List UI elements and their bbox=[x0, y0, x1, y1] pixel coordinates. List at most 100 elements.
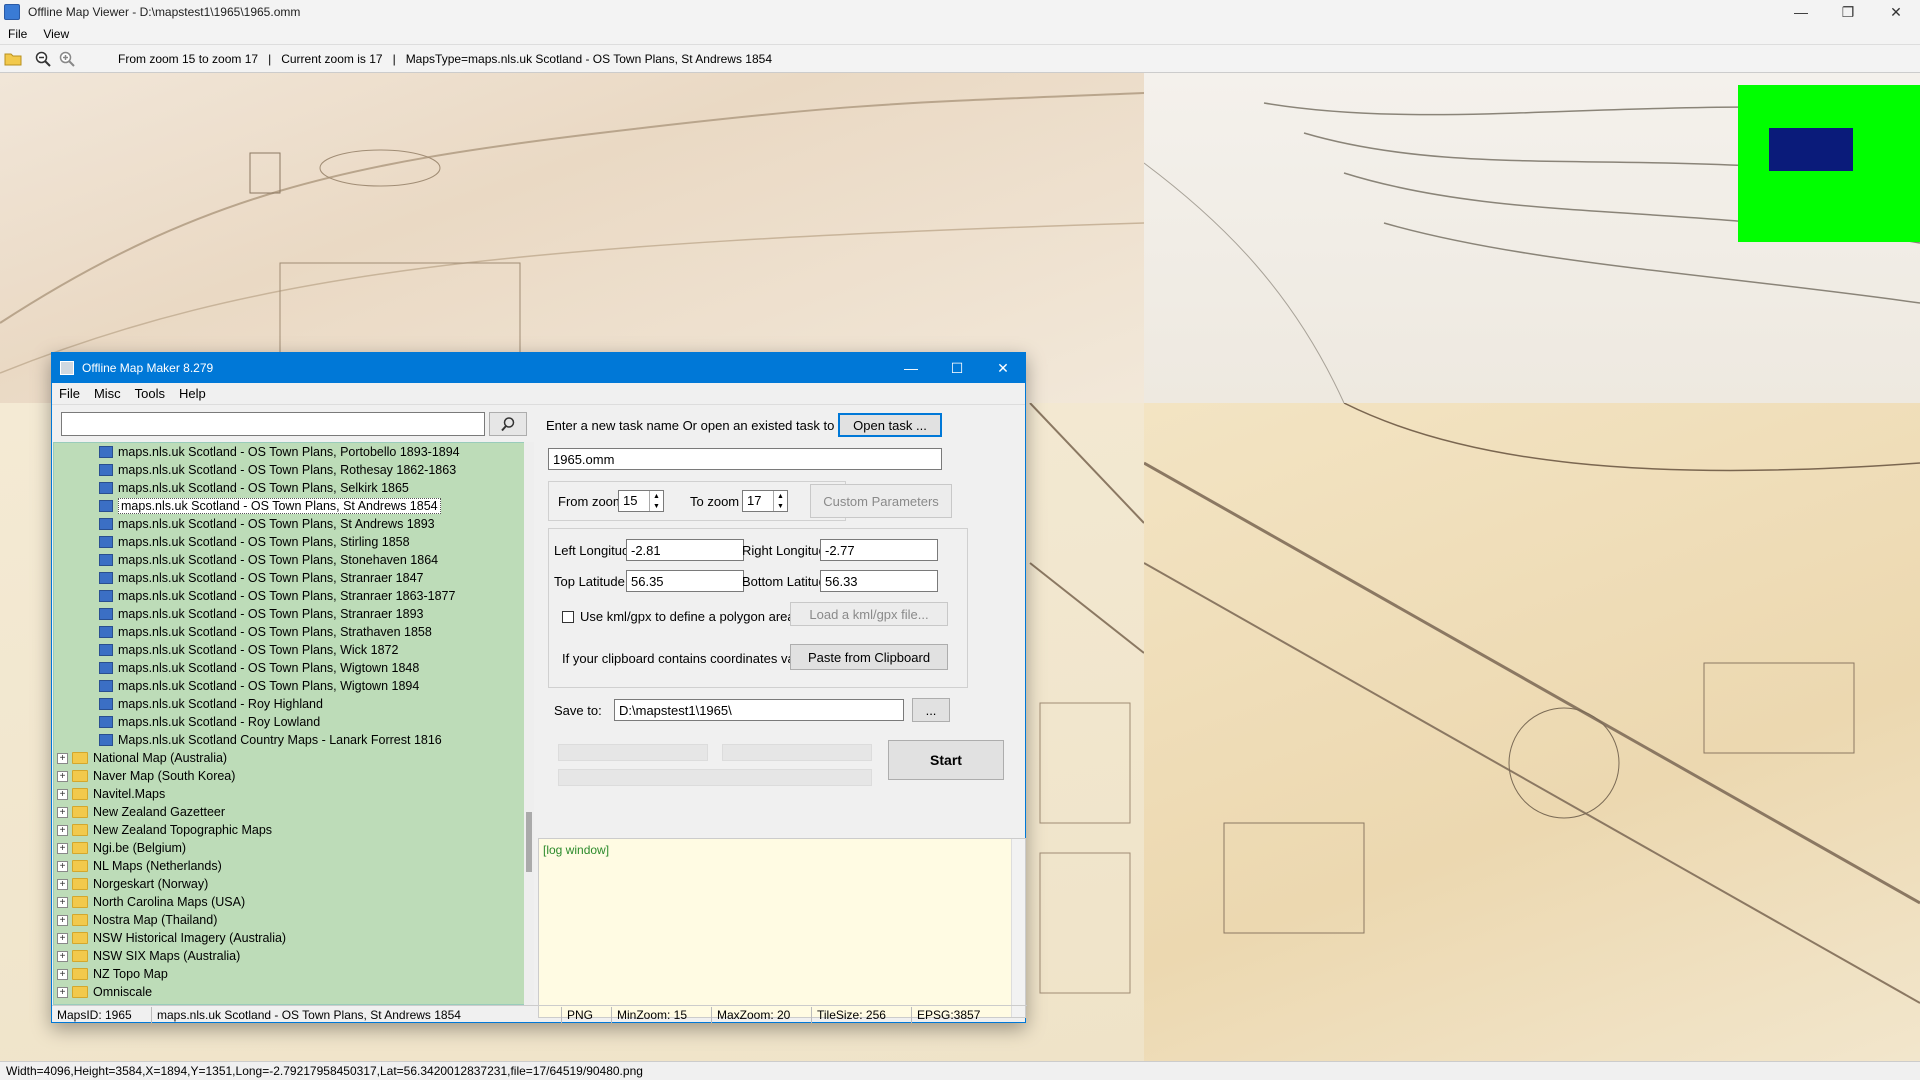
tree-folder[interactable]: + NZ Topo Map bbox=[54, 965, 526, 983]
tree-map-item[interactable]: maps.nls.uk Scotland - OS Town Plans, St… bbox=[54, 623, 526, 641]
dialog-menu-file[interactable]: File bbox=[52, 386, 87, 401]
folder-icon bbox=[72, 806, 88, 818]
tree-folder[interactable]: + Naver Map (South Korea) bbox=[54, 767, 526, 785]
tree-map-item[interactable]: Maps.nls.uk Scotland Country Maps - Lana… bbox=[54, 731, 526, 749]
load-kml-button[interactable]: Load a kml/gpx file... bbox=[790, 602, 948, 626]
tree-map-item[interactable]: maps.nls.uk Scotland - OS Town Plans, St… bbox=[54, 605, 526, 623]
tree-map-item[interactable]: maps.nls.uk Scotland - OS Town Plans, Wi… bbox=[54, 659, 526, 677]
scrollbar-thumb[interactable] bbox=[526, 812, 532, 872]
tree-folder[interactable]: + Nostra Map (Thailand) bbox=[54, 911, 526, 929]
dialog-menu-misc[interactable]: Misc bbox=[87, 386, 128, 401]
tree-map-item[interactable]: maps.nls.uk Scotland - OS Town Plans, Po… bbox=[54, 443, 526, 461]
down-arrow-icon[interactable]: ▼ bbox=[653, 503, 660, 510]
save-path-input[interactable] bbox=[614, 699, 904, 721]
search-button[interactable] bbox=[489, 412, 527, 436]
left-longitude-input[interactable] bbox=[626, 539, 744, 561]
log-scrollbar[interactable] bbox=[1011, 839, 1025, 1017]
expand-icon[interactable]: + bbox=[57, 770, 68, 782]
tree-folder[interactable]: + North Carolina Maps (USA) bbox=[54, 893, 526, 911]
tree-folder[interactable]: + NSW SIX Maps (Australia) bbox=[54, 947, 526, 965]
expand-icon[interactable]: + bbox=[57, 824, 68, 836]
dialog-menu-tools[interactable]: Tools bbox=[128, 386, 172, 401]
dialog-minimize-button[interactable]: — bbox=[888, 353, 934, 383]
expand-icon[interactable]: + bbox=[57, 968, 68, 980]
expand-icon[interactable]: + bbox=[57, 950, 68, 962]
zoom-in-icon[interactable] bbox=[56, 48, 78, 70]
expand-icon[interactable]: + bbox=[57, 860, 68, 872]
expand-icon[interactable]: + bbox=[57, 878, 68, 890]
custom-parameters-button[interactable]: Custom Parameters bbox=[810, 484, 952, 518]
tree-item-label: NL Maps (Netherlands) bbox=[93, 859, 222, 873]
bottom-latitude-input[interactable] bbox=[820, 570, 938, 592]
maps-search-input[interactable] bbox=[61, 412, 485, 436]
overview-viewport-box[interactable] bbox=[1769, 128, 1853, 171]
expand-icon[interactable]: + bbox=[57, 914, 68, 926]
folder-icon bbox=[72, 986, 88, 998]
tree-map-item[interactable]: maps.nls.uk Scotland - OS Town Plans, St… bbox=[54, 569, 526, 587]
right-longitude-input[interactable] bbox=[820, 539, 938, 561]
to-zoom-spinner[interactable]: 17 ▲ ▼ bbox=[742, 490, 788, 512]
tree-folder[interactable]: + National Map (Australia) bbox=[54, 749, 526, 767]
expand-icon[interactable]: + bbox=[57, 788, 68, 800]
tree-item-label: maps.nls.uk Scotland - OS Town Plans, Ro… bbox=[118, 463, 457, 477]
max-zoom-status: MaxZoom: 20 bbox=[712, 1006, 812, 1023]
open-folder-icon[interactable] bbox=[2, 48, 24, 70]
tree-scrollbar[interactable] bbox=[524, 442, 534, 1005]
overview-minimap[interactable] bbox=[1738, 85, 1920, 242]
maps-tree[interactable]: maps.nls.uk Scotland - OS Town Plans, Po… bbox=[53, 442, 527, 1005]
expand-icon[interactable]: + bbox=[57, 896, 68, 908]
menu-file[interactable]: File bbox=[0, 27, 35, 41]
dialog-maximize-button[interactable]: ☐ bbox=[934, 353, 980, 383]
tree-folder[interactable]: + NL Maps (Netherlands) bbox=[54, 857, 526, 875]
tree-folder[interactable]: + Navitel.Maps bbox=[54, 785, 526, 803]
task-name-input[interactable] bbox=[548, 448, 942, 470]
dialog-close-button[interactable]: ✕ bbox=[980, 353, 1026, 383]
dialog-menu-help[interactable]: Help bbox=[172, 386, 213, 401]
expand-icon[interactable]: + bbox=[57, 932, 68, 944]
open-task-button[interactable]: Open task ... bbox=[838, 413, 942, 437]
minimize-button[interactable]: — bbox=[1778, 0, 1824, 24]
start-button[interactable]: Start bbox=[888, 740, 1004, 780]
folder-icon bbox=[72, 968, 88, 980]
tree-map-item[interactable]: maps.nls.uk Scotland - OS Town Plans, Se… bbox=[54, 479, 526, 497]
expand-icon[interactable]: + bbox=[57, 986, 68, 998]
tree-map-item[interactable]: maps.nls.uk Scotland - Roy Lowland bbox=[54, 713, 526, 731]
top-latitude-input[interactable] bbox=[626, 570, 744, 592]
close-button[interactable]: ✕ bbox=[1873, 0, 1919, 24]
toolbar-info: From zoom 15 to zoom 17 | Current zoom i… bbox=[118, 52, 772, 66]
tree-folder[interactable]: + NSW Historical Imagery (Australia) bbox=[54, 929, 526, 947]
tree-map-item[interactable]: maps.nls.uk Scotland - OS Town Plans, Ro… bbox=[54, 461, 526, 479]
up-arrow-icon[interactable]: ▲ bbox=[777, 493, 784, 500]
tree-map-item[interactable]: maps.nls.uk Scotland - OS Town Plans, St… bbox=[54, 497, 526, 515]
menu-view[interactable]: View bbox=[35, 27, 77, 41]
from-zoom-spinner[interactable]: 15 ▲ ▼ bbox=[618, 490, 664, 512]
tree-folder[interactable]: + Omniscale bbox=[54, 983, 526, 1001]
browse-button[interactable]: ... bbox=[912, 698, 950, 722]
kml-polygon-checkbox[interactable] bbox=[562, 611, 574, 623]
expand-icon[interactable]: + bbox=[57, 806, 68, 818]
expand-icon[interactable]: + bbox=[57, 752, 68, 764]
folder-icon bbox=[72, 914, 88, 926]
tree-item-label: maps.nls.uk Scotland - OS Town Plans, St… bbox=[118, 625, 432, 639]
folder-icon bbox=[72, 950, 88, 962]
paste-clipboard-button[interactable]: Paste from Clipboard bbox=[790, 644, 948, 670]
down-arrow-icon[interactable]: ▼ bbox=[777, 503, 784, 510]
zoom-out-icon[interactable] bbox=[32, 48, 54, 70]
tree-map-item[interactable]: maps.nls.uk Scotland - OS Town Plans, St… bbox=[54, 533, 526, 551]
tree-map-item[interactable]: maps.nls.uk Scotland - OS Town Plans, Wi… bbox=[54, 677, 526, 695]
tree-map-item[interactable]: maps.nls.uk Scotland - OS Town Plans, St… bbox=[54, 515, 526, 533]
tree-folder[interactable]: + New Zealand Gazetteer bbox=[54, 803, 526, 821]
tree-map-item[interactable]: maps.nls.uk Scotland - OS Town Plans, St… bbox=[54, 551, 526, 569]
tree-folder[interactable]: + Norgeskart (Norway) bbox=[54, 875, 526, 893]
log-window[interactable]: [log window] bbox=[538, 838, 1026, 1018]
tree-folder[interactable]: + Ngi.be (Belgium) bbox=[54, 839, 526, 857]
tree-map-item[interactable]: maps.nls.uk Scotland - OS Town Plans, St… bbox=[54, 587, 526, 605]
tree-map-item[interactable]: maps.nls.uk Scotland - OS Town Plans, Wi… bbox=[54, 641, 526, 659]
maximize-button[interactable]: ❐ bbox=[1825, 0, 1871, 24]
up-arrow-icon[interactable]: ▲ bbox=[653, 493, 660, 500]
expand-icon[interactable]: + bbox=[57, 842, 68, 854]
spinner-arrows[interactable]: ▲ ▼ bbox=[773, 491, 787, 511]
tree-map-item[interactable]: maps.nls.uk Scotland - Roy Highland bbox=[54, 695, 526, 713]
spinner-arrows[interactable]: ▲ ▼ bbox=[649, 491, 663, 511]
tree-folder[interactable]: + New Zealand Topographic Maps bbox=[54, 821, 526, 839]
